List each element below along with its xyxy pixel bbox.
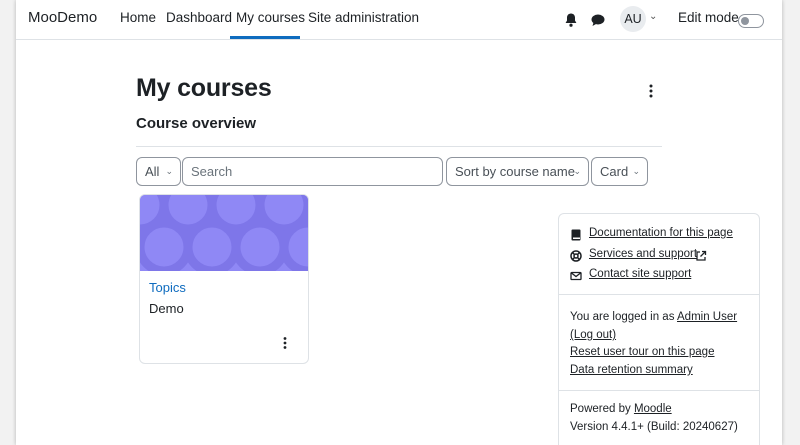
course-image[interactable]: [140, 195, 308, 271]
chevron-down-icon: ⌄: [573, 166, 581, 176]
toggle-knob: [741, 17, 749, 25]
moodle-link[interactable]: Moodle: [634, 403, 672, 415]
top-navbar: MooDemo Home Dashboard My courses Site a…: [16, 0, 782, 40]
sort-value: Sort by course name: [455, 164, 575, 179]
chevron-down-icon[interactable]: ⌄: [649, 11, 657, 22]
nav-dashboard[interactable]: Dashboard: [166, 10, 232, 25]
kebab-icon[interactable]: [644, 82, 658, 100]
logout-link[interactable]: (Log out): [570, 329, 616, 341]
logged-in-text: You are logged in as Admin User: [570, 311, 737, 323]
edit-mode-toggle[interactable]: [738, 14, 764, 28]
chat-icon[interactable]: [590, 12, 606, 28]
lifebuoy-icon: [570, 249, 582, 262]
nav-my-courses[interactable]: My courses: [236, 10, 305, 25]
external-link-icon: [695, 249, 707, 261]
course-card[interactable]: Topics Demo: [139, 194, 309, 364]
chevron-down-icon: ⌄: [165, 166, 173, 176]
nav-active-indicator: [230, 36, 300, 39]
chevron-down-icon: ⌄: [632, 166, 640, 176]
sort-dropdown[interactable]: Sort by course name ⌄: [446, 157, 589, 186]
user-avatar[interactable]: AU: [620, 6, 646, 32]
reset-tour-link[interactable]: Reset user tour on this page: [570, 346, 714, 358]
logged-in-prefix: You are logged in as: [570, 311, 675, 323]
section-title: Course overview: [136, 115, 257, 132]
view-value: Card: [600, 164, 629, 179]
bell-icon[interactable]: [563, 12, 579, 28]
search-input[interactable]: [182, 157, 443, 186]
edit-mode-label: Edit mode: [678, 10, 739, 25]
services-support-link[interactable]: Services and support: [589, 248, 697, 260]
site-brand[interactable]: MooDemo: [28, 9, 97, 26]
documentation-link[interactable]: Documentation for this page: [589, 227, 733, 239]
filter-dropdown[interactable]: All ⌄: [136, 157, 181, 186]
kebab-icon[interactable]: [278, 335, 292, 351]
data-retention-link[interactable]: Data retention summary: [570, 364, 693, 376]
filter-value: All: [145, 164, 160, 179]
course-name-link[interactable]: Topics: [149, 280, 186, 295]
envelope-icon: [570, 269, 582, 281]
powered-by-prefix: Powered by: [570, 403, 631, 415]
divider: [559, 294, 759, 295]
version-text: Version 4.4.1+ (Build: 20240627): [570, 421, 738, 433]
footer-popover: Documentation for this page Services and…: [558, 213, 760, 445]
nav-site-administration[interactable]: Site administration: [308, 10, 419, 25]
view-dropdown[interactable]: Card ⌄: [591, 157, 648, 186]
powered-by-text: Powered by Moodle: [570, 403, 672, 415]
course-category: Demo: [149, 301, 184, 316]
nav-home[interactable]: Home: [120, 10, 156, 25]
contact-support-link[interactable]: Contact site support: [589, 268, 691, 280]
page: MooDemo Home Dashboard My courses Site a…: [16, 0, 782, 445]
divider: [136, 146, 662, 147]
book-icon: [570, 228, 582, 241]
page-title: My courses: [136, 74, 272, 102]
divider: [559, 390, 759, 391]
user-profile-link[interactable]: Admin User: [677, 311, 737, 323]
